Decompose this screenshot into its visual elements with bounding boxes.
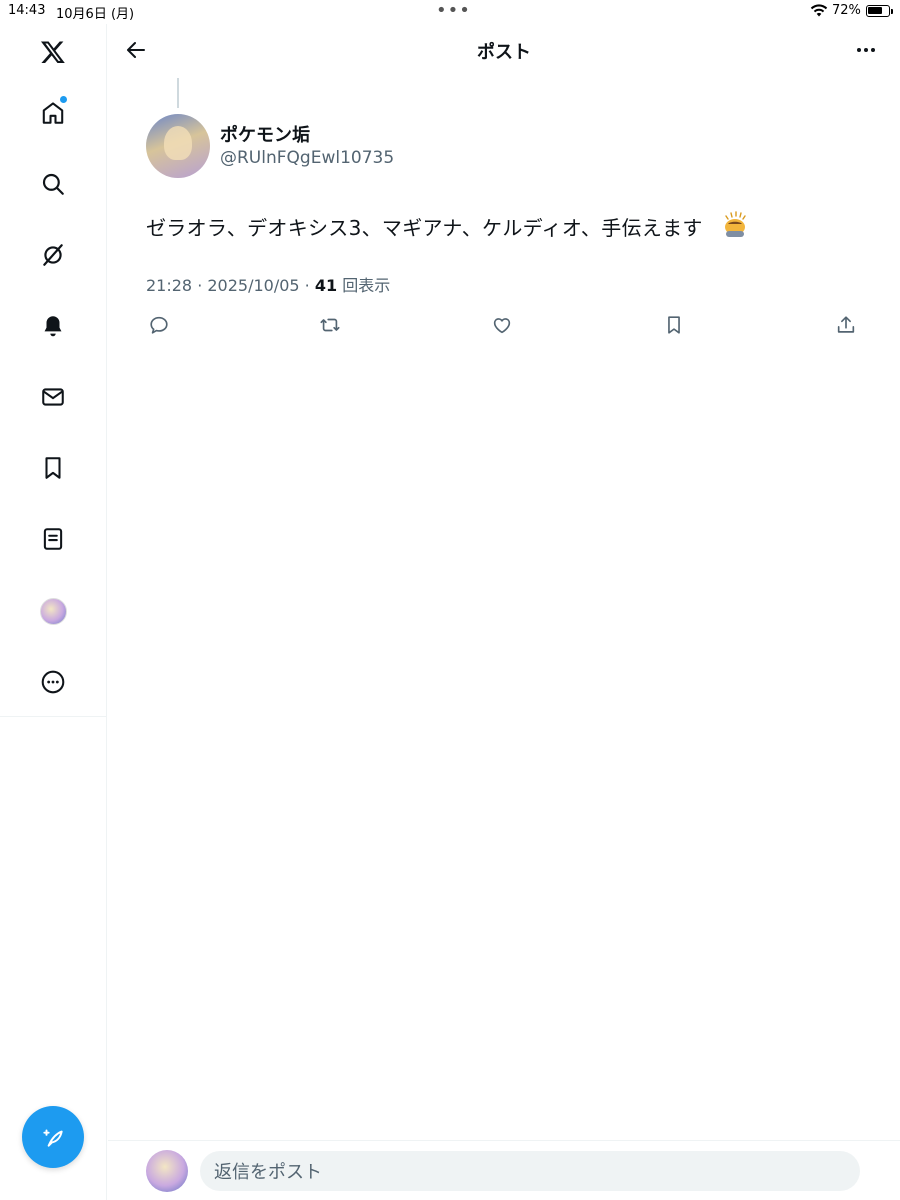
wifi-icon	[810, 4, 828, 17]
bowing-person-emoji-icon	[725, 211, 746, 237]
battery-tip	[891, 9, 893, 14]
thread-connector-line	[177, 78, 179, 108]
sidebar-item-search[interactable]	[33, 164, 73, 204]
search-icon	[42, 173, 64, 195]
share-button[interactable]	[833, 312, 859, 338]
reply-button[interactable]	[146, 312, 172, 338]
current-user-avatar	[146, 1150, 188, 1192]
author-avatar[interactable]	[146, 114, 210, 178]
compose-feather-icon	[43, 1129, 63, 1147]
home-icon	[42, 102, 64, 124]
author-username[interactable]: @RUlnFQgEwl10735	[220, 148, 394, 168]
views-label: 回表示	[337, 276, 391, 295]
page-title: ポスト	[477, 42, 531, 63]
repost-icon	[320, 318, 340, 332]
sidebar-item-more[interactable]	[33, 662, 73, 702]
more-icon	[41, 670, 65, 694]
post-actions	[146, 312, 860, 340]
notifications-icon	[44, 316, 62, 337]
views-count: 41	[314, 276, 338, 295]
status-time: 14:43	[8, 3, 46, 18]
sidebar-item-notifications[interactable]	[33, 306, 73, 346]
reply-input[interactable]: 返信をポスト	[200, 1151, 860, 1191]
bookmark-icon	[668, 316, 680, 334]
compose-post-button[interactable]	[22, 1106, 84, 1168]
sidebar-item-messages[interactable]	[33, 377, 73, 417]
lists-icon	[43, 528, 63, 550]
battery-percent: 72%	[832, 3, 861, 18]
reply-bar: 返信をポスト	[108, 1140, 900, 1200]
sidebar-item-grok[interactable]	[33, 235, 73, 275]
more-horizontal-icon	[857, 48, 875, 52]
sidebar-item-profile[interactable]	[33, 591, 73, 631]
like-icon	[493, 318, 511, 334]
status-bar: 14:43 10月6日 (月) ••• 72%	[0, 0, 900, 24]
sidebar-item-bookmarks[interactable]	[33, 448, 73, 488]
post-meta: 21:28 · 2025/10/05 · 41 回表示	[146, 272, 390, 296]
multitasking-dots[interactable]: •••	[436, 0, 471, 21]
sidebar-item-lists[interactable]	[33, 519, 73, 559]
bookmark-button[interactable]	[661, 312, 687, 338]
reply-placeholder: 返信をポスト	[214, 1162, 322, 1183]
author-display-name[interactable]: ポケモン垢	[220, 121, 310, 147]
post-text: ゼラオラ、デオキシス3、マギアナ、ケルディオ、手伝えます	[146, 216, 703, 240]
repost-button[interactable]	[317, 312, 343, 338]
grok-icon	[43, 244, 63, 266]
battery-level	[868, 7, 882, 14]
reply-icon	[150, 316, 168, 334]
sidebar-nav	[0, 24, 107, 1200]
sidebar-divider	[0, 716, 107, 717]
more-options-button[interactable]	[850, 34, 882, 66]
messages-icon	[42, 388, 64, 406]
home-notification-dot	[60, 96, 67, 103]
sidebar-item-home[interactable]	[33, 93, 73, 133]
bookmarks-icon	[45, 457, 61, 479]
share-icon	[837, 316, 855, 333]
battery-icon	[866, 5, 890, 17]
like-button[interactable]	[489, 312, 515, 338]
x-logo-icon[interactable]	[33, 32, 73, 72]
post-header: ポスト	[108, 24, 900, 76]
post-timestamp[interactable]: 21:28 · 2025/10/05 ·	[146, 276, 315, 295]
status-date: 10月6日 (月)	[56, 7, 135, 22]
profile-avatar	[39, 597, 67, 625]
